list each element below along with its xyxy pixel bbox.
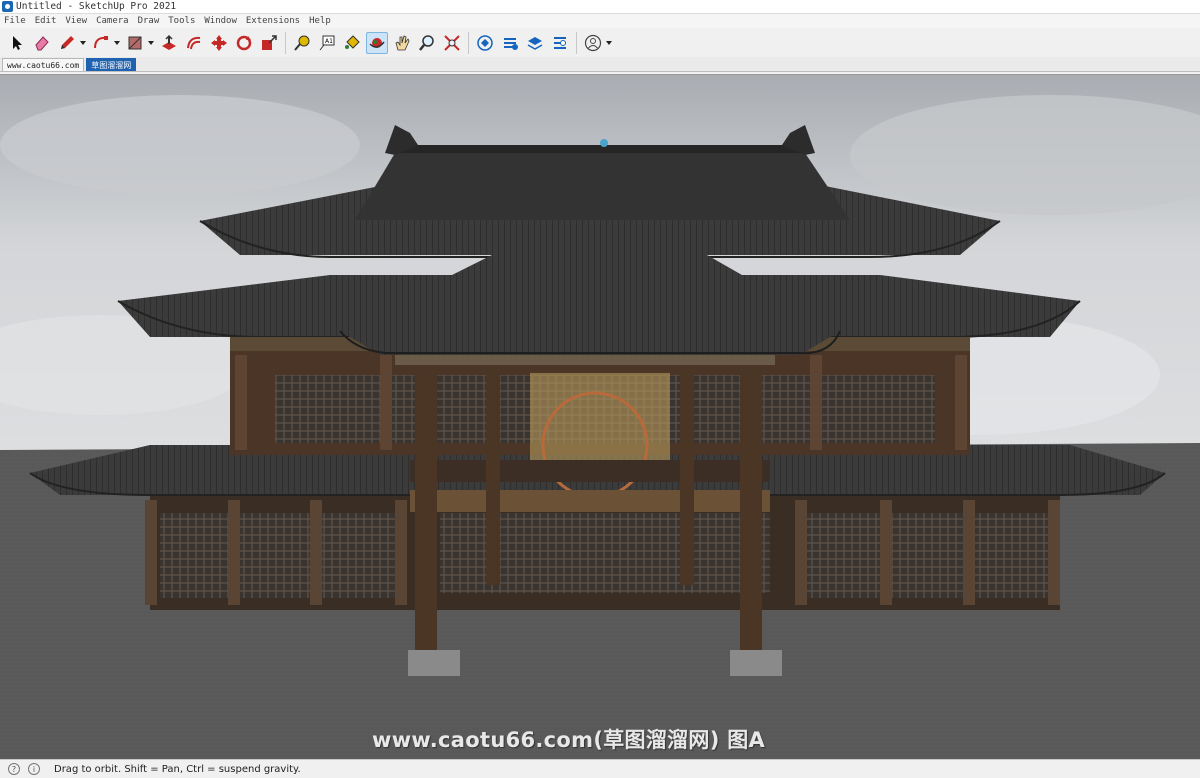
menu-file[interactable]: File — [4, 16, 26, 26]
rectangle-tool[interactable] — [124, 32, 146, 54]
arc-icon — [94, 35, 108, 48]
line-tool[interactable] — [56, 32, 78, 54]
layout-button[interactable] — [524, 32, 546, 54]
paint-bucket-icon — [345, 34, 360, 49]
pan-tool[interactable] — [391, 32, 413, 54]
zoom-extents-tool[interactable] — [441, 32, 463, 54]
watermark-text: www.caotu66.com(草图溜溜网) 图A — [372, 728, 766, 752]
menu-camera[interactable]: Camera — [96, 16, 129, 26]
layout-icon — [527, 36, 543, 50]
building-model-render — [0, 75, 1200, 759]
menu-draw[interactable]: Draw — [138, 16, 160, 26]
zoom-tool[interactable] — [416, 32, 438, 54]
text-icon: A1 — [319, 35, 335, 50]
scale-tool[interactable] — [258, 32, 280, 54]
orbit-tool[interactable] — [366, 31, 388, 54]
scene-tab-bar: www.caotu66.com 草图溜溜网 — [0, 57, 1200, 72]
toolbar-separator — [285, 31, 286, 54]
scale-icon — [262, 34, 277, 50]
move-icon — [211, 34, 227, 51]
menu-window[interactable]: Window — [204, 16, 237, 26]
arrow-icon — [13, 35, 22, 50]
user-icon — [584, 34, 602, 51]
hand-icon — [395, 34, 410, 50]
arc-tool-dropdown[interactable] — [113, 32, 121, 54]
credits-icon[interactable]: i — [28, 763, 40, 775]
scene-tab-caotu66[interactable]: www.caotu66.com — [2, 58, 85, 71]
main-toolbar: A1 — [0, 28, 1200, 57]
paint-bucket-tool[interactable] — [341, 32, 363, 54]
geolocation-icon[interactable]: ? — [8, 763, 20, 775]
rotate-icon — [236, 35, 252, 50]
3d-warehouse-button[interactable] — [474, 32, 496, 54]
zoom-extents-icon — [444, 34, 460, 51]
menu-bar: File Edit View Camera Draw Tools Window … — [0, 14, 1200, 28]
push-pull-tool[interactable] — [158, 32, 180, 54]
rectangle-tool-dropdown[interactable] — [147, 32, 155, 54]
offset-icon — [187, 36, 201, 49]
push-pull-icon — [162, 34, 176, 50]
move-tool[interactable] — [208, 32, 230, 54]
extension-manager-button[interactable] — [549, 32, 571, 54]
arc-tool[interactable] — [90, 32, 112, 54]
menu-tools[interactable]: Tools — [168, 16, 195, 26]
select-tool[interactable] — [6, 32, 28, 54]
toolbar-separator — [576, 31, 577, 54]
extension-warehouse-icon — [504, 37, 518, 50]
rectangle-icon — [128, 36, 142, 49]
account-button[interactable] — [582, 32, 604, 54]
tape-measure-tool[interactable] — [291, 32, 313, 54]
orbit-icon — [369, 37, 385, 48]
extension-manager-icon — [554, 36, 566, 49]
sketchup-app-icon — [2, 1, 13, 12]
status-bar: ? i Drag to orbit. Shift = Pan, Ctrl = s… — [0, 759, 1200, 778]
svg-text:A1: A1 — [325, 38, 333, 45]
eraser-tool[interactable] — [31, 32, 53, 54]
window-title: Untitled - SketchUp Pro 2021 — [16, 1, 177, 12]
text-tool[interactable]: A1 — [316, 32, 338, 54]
menu-edit[interactable]: Edit — [35, 16, 57, 26]
scene-tab-caotu-liuliu[interactable]: 草图溜溜网 — [86, 58, 137, 71]
status-message: Drag to orbit. Shift = Pan, Ctrl = suspe… — [54, 763, 301, 775]
title-bar: Untitled - SketchUp Pro 2021 — [0, 0, 1200, 14]
menu-extensions[interactable]: Extensions — [246, 16, 300, 26]
3d-viewport[interactable] — [0, 74, 1200, 759]
menu-view[interactable]: View — [65, 16, 87, 26]
menu-help[interactable]: Help — [309, 16, 331, 26]
offset-tool[interactable] — [183, 32, 205, 54]
account-dropdown[interactable] — [605, 32, 613, 54]
warehouse-icon — [477, 34, 493, 51]
rotate-tool[interactable] — [233, 32, 255, 54]
zoom-icon — [419, 34, 434, 51]
pencil-icon — [61, 35, 74, 49]
toolbar-separator — [468, 31, 469, 54]
tape-icon — [294, 35, 310, 51]
extension-warehouse-button[interactable] — [499, 32, 521, 54]
line-tool-dropdown[interactable] — [79, 32, 87, 54]
eraser-icon — [35, 35, 49, 50]
